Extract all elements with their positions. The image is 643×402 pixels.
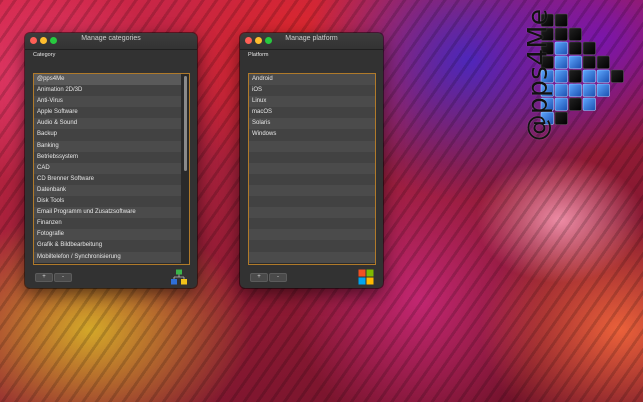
logo-block [582,69,596,83]
manage-platform-window: Manage platform Platform Android iOS Linux… [240,33,383,288]
platform-list-empty-row [249,229,375,241]
logo-block [582,97,596,111]
platform-list-empty-row [249,162,375,174]
add-category-button[interactable]: + [35,273,53,282]
categories-titlebar[interactable]: Manage categories [25,33,197,50]
logo-block [610,69,624,83]
category-list-item[interactable]: Audio & Sound [34,118,181,130]
category-list-item[interactable]: Finanzen [34,218,181,230]
platform-list[interactable]: Android iOS Linux macOS Solaris Windows [248,73,376,265]
logo-block [568,97,582,111]
category-list-item[interactable]: Fotografie [34,229,181,241]
category-list-item[interactable]: Disk Tools [34,196,181,208]
platform-section-label: Platform [248,52,269,58]
logo-block [582,83,596,97]
logo-block [568,55,582,69]
category-list[interactable]: @pps4Me Animation 2D/3D Anti-Virus Apple So… [33,73,190,265]
category-list-item[interactable]: Grafik & Bildbearbeitung [34,240,181,252]
logo-block [568,27,582,41]
desktop: @pps4Me Manage categories Category @pps4… [0,0,643,402]
platform-list-item[interactable]: macOS [249,107,375,119]
platform-list-item[interactable]: Windows [249,129,375,141]
category-list-item[interactable]: Betriebssystem [34,151,181,163]
platform-titlebar[interactable]: Manage platform [240,33,383,50]
category-section-label: Category [33,52,56,58]
category-list-item[interactable]: Mobiltelefon / Synchronisierung [34,251,181,263]
logo-block [596,69,610,83]
platform-list-empty-row [249,196,375,208]
platform-list-empty-row [249,207,375,219]
platform-rows: Android iOS Linux macOS Solaris Windows [249,74,375,263]
category-list-item[interactable]: CAD [34,162,181,174]
category-list-item[interactable]: Backup [34,129,181,141]
category-list-item[interactable]: Email Programm und Zusatzsoftware [34,207,181,219]
platform-list-item[interactable]: Android [249,74,375,86]
platform-list-empty-row [249,240,375,252]
colored-blocks-tree-icon [171,269,187,285]
logo-block [596,55,610,69]
platform-list-empty-row [249,151,375,163]
brand-text: @pps4Me [518,9,558,141]
remove-platform-button[interactable]: - [269,273,287,282]
windows-colored-flag-icon [358,269,374,285]
manage-categories-window: Manage categories Category @pps4Me Animat… [25,33,197,288]
platform-list-empty-row [249,218,375,230]
category-list-item[interactable]: Datenbank [34,184,181,197]
category-scrollbar[interactable] [184,76,187,171]
brand-label: @pps4Me [522,8,554,142]
platform-list-item[interactable]: Solaris [249,118,375,130]
category-rows: @pps4Me Animation 2D/3D Anti-Virus Apple So… [34,74,189,263]
category-list-item[interactable]: Anti-Virus [34,96,181,108]
add-platform-button[interactable]: + [250,273,268,282]
logo-block [568,41,582,55]
category-list-item[interactable]: Apple Software [34,107,181,119]
category-list-item[interactable]: CD Brenner Software [34,173,181,185]
remove-category-button[interactable]: - [54,273,72,282]
platform-list-empty-row [249,184,375,197]
category-list-item[interactable]: @pps4Me [34,74,181,86]
platform-list-item[interactable]: Linux [249,96,375,108]
platform-list-item[interactable]: iOS [249,85,375,97]
category-list-item[interactable]: Animation 2D/3D [34,85,181,97]
platform-list-empty-row [249,173,375,185]
category-list-item[interactable]: Banking [34,140,181,152]
logo-block [582,41,596,55]
categories-window-title: Manage categories [81,35,141,42]
platform-window-title: Manage platform [285,35,338,42]
logo-block [568,69,582,83]
platform-list-empty-row [249,140,375,152]
logo-block [596,83,610,97]
logo-block [568,83,582,97]
logo-block [582,55,596,69]
platform-list-empty-row [249,251,375,263]
